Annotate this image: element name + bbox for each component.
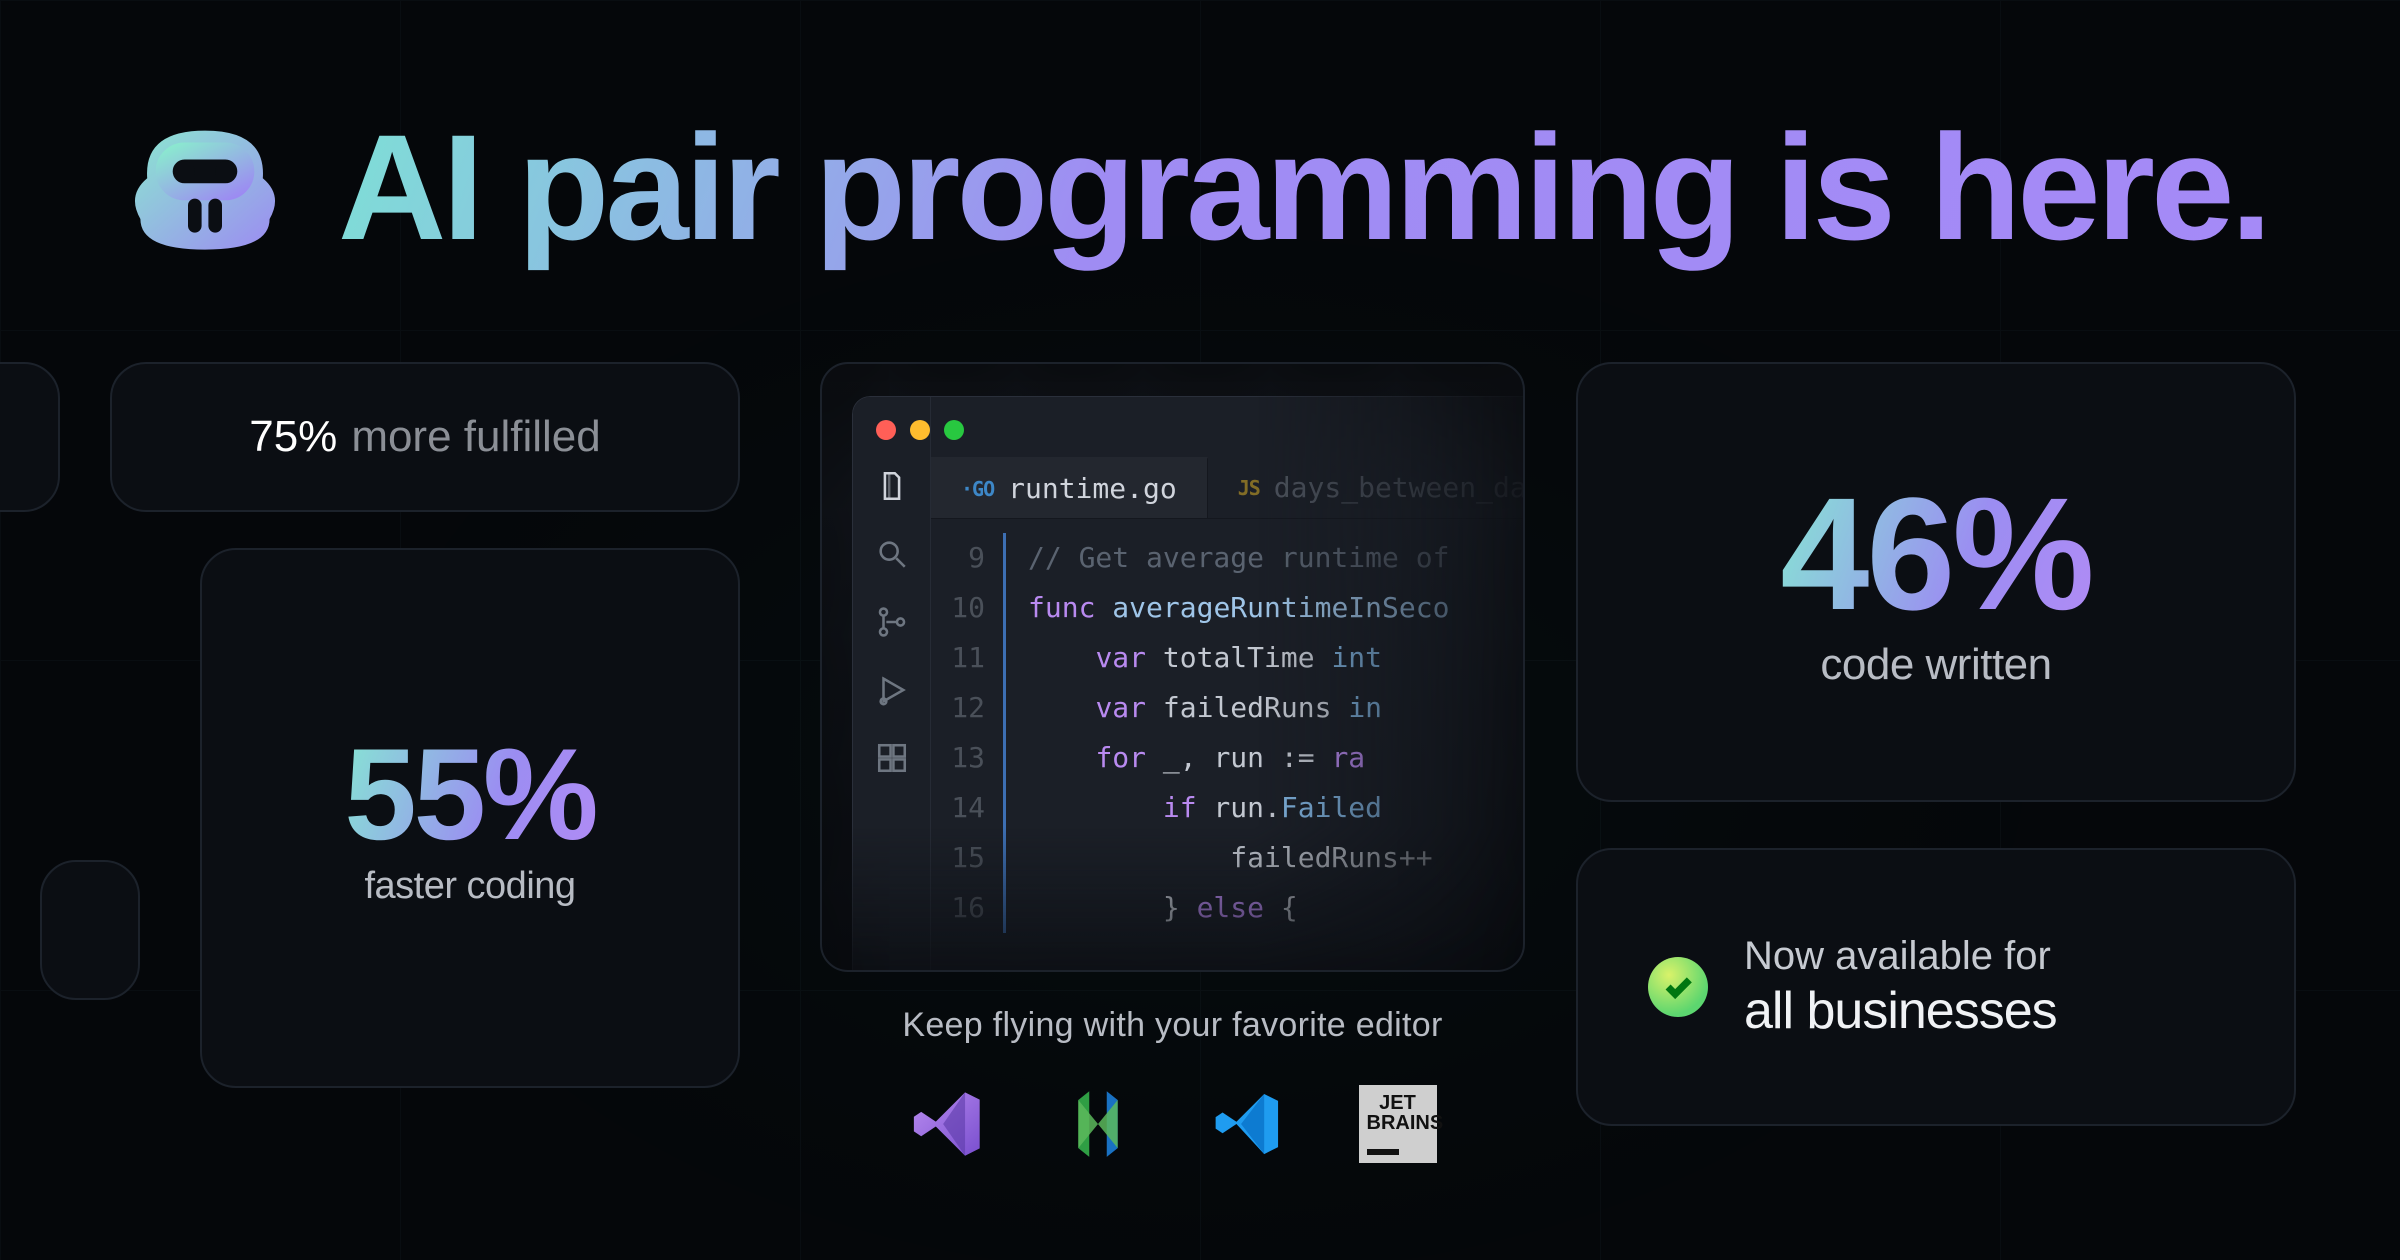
editors-caption: Keep flying with your favorite editor xyxy=(820,1006,1525,1045)
traffic-zoom-icon xyxy=(944,420,964,440)
explorer-icon[interactable] xyxy=(875,469,909,503)
tab-label: days_between_da xyxy=(1274,471,1525,504)
decorative-card xyxy=(0,362,60,512)
activity-bar xyxy=(853,397,931,972)
traffic-minimize-icon xyxy=(910,420,930,440)
stat-value: 55% xyxy=(344,729,595,859)
availability-card: Now available for all businesses xyxy=(1576,848,2296,1126)
run-debug-icon[interactable] xyxy=(875,673,909,707)
tab-label: runtime.go xyxy=(1008,472,1177,505)
visual-studio-icon[interactable] xyxy=(909,1085,987,1163)
stat-label: code written xyxy=(1820,640,2051,690)
line-number-gutter: 910111213141516 xyxy=(931,533,1003,933)
check-icon xyxy=(1648,957,1708,1017)
stat-card-written: 46% code written xyxy=(1576,362,2296,802)
lang-badge: ·GO xyxy=(961,477,994,501)
extensions-icon[interactable] xyxy=(875,741,909,775)
tab-days-between[interactable]: JS days_between_da xyxy=(1208,457,1525,518)
jetbrains-icon[interactable]: JET BRAINS xyxy=(1359,1085,1437,1163)
lang-badge: JS xyxy=(1238,476,1260,500)
search-icon[interactable] xyxy=(875,537,909,571)
editor-tabbar: ·GO runtime.go JS days_between_da xyxy=(931,457,1525,519)
decorative-card xyxy=(40,860,140,1000)
stat-value: 75% xyxy=(249,412,337,462)
jetbrains-label: JET BRAINS xyxy=(1359,1085,1437,1163)
source-control-icon[interactable] xyxy=(875,605,909,639)
vscode-icon[interactable] xyxy=(1209,1085,1287,1163)
copilot-logo-icon xyxy=(120,100,290,275)
stat-card-fulfilled: 75% more fulfilled xyxy=(110,362,740,512)
tab-runtime-go[interactable]: ·GO runtime.go xyxy=(931,457,1208,518)
stat-value: 46% xyxy=(1780,474,2091,634)
code-editor-preview: ·GO runtime.go JS days_between_da 910111… xyxy=(820,362,1525,972)
traffic-close-icon xyxy=(876,420,896,440)
window-traffic-lights xyxy=(876,420,964,440)
stat-label: more fulfilled xyxy=(351,412,600,462)
stat-card-faster: 55% faster coding xyxy=(200,548,740,1088)
availability-line1: Now available for xyxy=(1744,934,2057,979)
hero-title: AI pair programming is here. xyxy=(338,101,2268,274)
availability-line2: all businesses xyxy=(1744,981,2057,1041)
code-lines: // Get average runtime offunc averageRun… xyxy=(1003,533,1449,933)
stat-label: faster coding xyxy=(364,865,575,908)
neovim-icon[interactable] xyxy=(1059,1085,1137,1163)
